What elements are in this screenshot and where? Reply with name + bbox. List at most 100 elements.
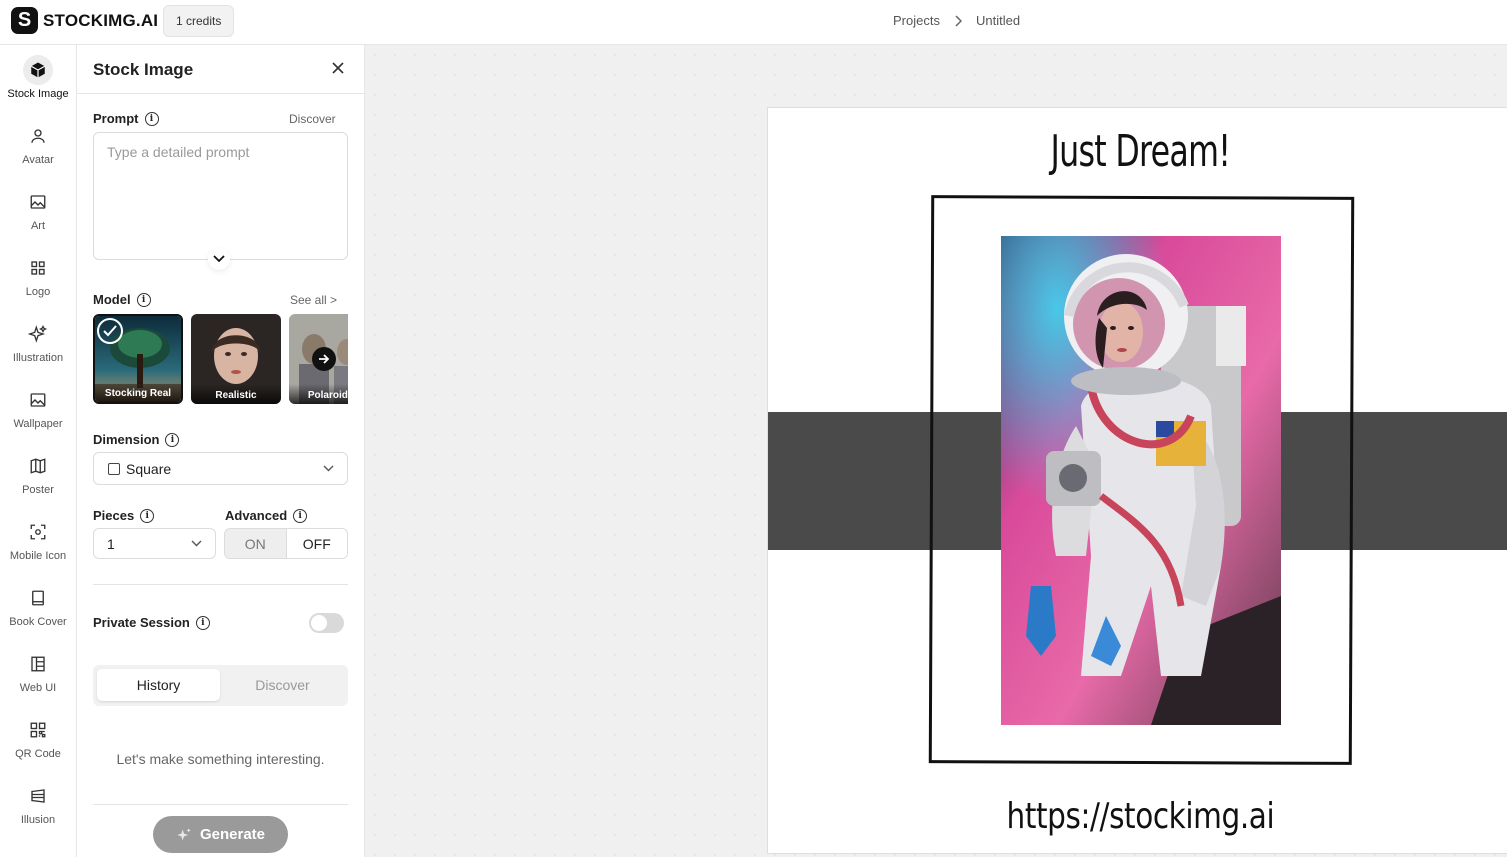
private-session-label-row: Private Session i bbox=[93, 615, 210, 630]
credits-badge[interactable]: 1 credits bbox=[163, 5, 235, 37]
rail-item-stock-image[interactable]: Stock Image bbox=[0, 55, 76, 115]
book-icon bbox=[23, 583, 53, 613]
history-discover-tabs: History Discover bbox=[93, 665, 348, 706]
model-label-row: Model i bbox=[93, 292, 151, 307]
private-session-switch[interactable] bbox=[309, 613, 344, 633]
breadcrumb: Projects Untitled bbox=[893, 13, 1020, 28]
dimension-label-row: Dimension i bbox=[93, 432, 180, 447]
rail-item-qr-code[interactable]: QR Code bbox=[0, 715, 76, 775]
rail-item-book-cover[interactable]: Book Cover bbox=[0, 583, 76, 643]
prompt-field[interactable] bbox=[93, 132, 348, 260]
rail-label: Mobile Icon bbox=[9, 550, 67, 562]
design-canvas[interactable]: Just Dream! https://stockimg.ai bbox=[365, 45, 1507, 857]
logo-mark-icon: S bbox=[11, 7, 38, 34]
info-icon[interactable]: i bbox=[140, 508, 155, 523]
rail-item-wallpaper[interactable]: Wallpaper bbox=[0, 385, 76, 445]
rail-label: Avatar bbox=[22, 154, 54, 166]
tab-discover[interactable]: Discover bbox=[221, 669, 344, 701]
rail-label: Art bbox=[30, 220, 46, 232]
rail-label: Illustration bbox=[12, 352, 64, 364]
see-all-models-link[interactable]: See all > bbox=[290, 293, 337, 307]
advanced-label: Advanced bbox=[225, 508, 288, 523]
rail-item-illusion[interactable]: Illusion bbox=[0, 781, 76, 841]
pieces-label-row: Pieces i bbox=[93, 508, 155, 523]
generate-label: Generate bbox=[199, 826, 266, 843]
rail-item-logo[interactable]: Logo bbox=[0, 253, 76, 313]
selected-check-icon bbox=[97, 318, 123, 344]
prompt-input[interactable] bbox=[94, 133, 347, 259]
rail-item-poster[interactable]: Poster bbox=[0, 451, 76, 511]
tab-history[interactable]: History bbox=[97, 669, 220, 701]
dimension-value: Square bbox=[126, 460, 172, 477]
chevron-down-icon bbox=[213, 255, 225, 263]
map-icon bbox=[23, 451, 53, 481]
info-icon[interactable]: i bbox=[165, 432, 180, 447]
model-label: Model bbox=[93, 292, 131, 307]
model-carousel: Stocking Real Realistic Polaroid Pi bbox=[93, 314, 348, 404]
square-icon bbox=[108, 462, 120, 475]
divider bbox=[93, 804, 348, 805]
prompt-discover-link[interactable]: Discover bbox=[289, 112, 336, 126]
brand-logo[interactable]: S STOCKIMG.AI bbox=[11, 7, 158, 34]
layout-icon bbox=[23, 649, 53, 679]
qr-icon bbox=[23, 715, 53, 745]
info-icon[interactable]: i bbox=[293, 508, 308, 523]
expand-prompt-button[interactable] bbox=[208, 248, 230, 270]
dimension-label: Dimension bbox=[93, 432, 160, 447]
model-name: Stocking Real bbox=[95, 382, 181, 402]
rail-item-web-ui[interactable]: Web UI bbox=[0, 649, 76, 709]
rail-item-illustration[interactable]: Illustration bbox=[0, 319, 76, 379]
rail-label: Logo bbox=[25, 286, 51, 298]
model-card-realistic[interactable]: Realistic bbox=[191, 314, 281, 404]
panel-header: Stock Image bbox=[77, 45, 364, 94]
pieces-label: Pieces bbox=[93, 508, 135, 523]
rail-label: QR Code bbox=[15, 748, 61, 760]
info-icon[interactable]: i bbox=[195, 615, 210, 630]
rail-item-art[interactable]: Art bbox=[0, 187, 76, 247]
artboard[interactable]: Just Dream! https://stockimg.ai bbox=[767, 107, 1507, 854]
carousel-next-button[interactable] bbox=[312, 347, 336, 371]
cube-icon bbox=[23, 55, 53, 85]
divider bbox=[93, 584, 348, 585]
model-name: Realistic bbox=[191, 384, 281, 404]
rail-label: Poster bbox=[22, 484, 54, 496]
model-card-stocking-real[interactable]: Stocking Real bbox=[93, 314, 183, 404]
image-icon bbox=[23, 187, 53, 217]
private-session-label: Private Session bbox=[93, 615, 190, 630]
pieces-value: 1 bbox=[107, 535, 115, 552]
rail-label: Illusion bbox=[20, 814, 56, 826]
illusion-icon bbox=[23, 781, 53, 811]
settings-panel: Stock Image Prompt i Discover Model i Se… bbox=[77, 45, 365, 857]
breadcrumb-projects[interactable]: Projects bbox=[893, 13, 940, 28]
info-icon[interactable]: i bbox=[144, 111, 159, 126]
empty-history-message: Let's make something interesting. bbox=[116, 751, 325, 767]
chevron-right-icon bbox=[955, 14, 962, 27]
switch-knob bbox=[311, 615, 327, 631]
close-icon[interactable] bbox=[331, 61, 345, 75]
rail-item-avatar[interactable]: Avatar bbox=[0, 121, 76, 181]
rail-label: Stock Image bbox=[7, 88, 69, 100]
user-icon bbox=[23, 121, 53, 151]
grid-icon bbox=[23, 253, 53, 283]
artboard-title-text[interactable]: Just Dream! bbox=[872, 126, 1408, 177]
generate-button[interactable]: Generate bbox=[153, 816, 288, 853]
artboard-url-text[interactable]: https://stockimg.ai bbox=[835, 796, 1446, 837]
breadcrumb-current[interactable]: Untitled bbox=[976, 13, 1020, 28]
chevron-down-icon bbox=[323, 465, 334, 471]
rail-label: Wallpaper bbox=[13, 418, 63, 430]
chevron-down-icon bbox=[191, 540, 202, 546]
info-icon[interactable]: i bbox=[136, 292, 151, 307]
rail-item-mobile-icon[interactable]: Mobile Icon bbox=[0, 517, 76, 577]
astronaut-illustration bbox=[1001, 236, 1281, 725]
panel-title: Stock Image bbox=[93, 60, 194, 79]
dimension-select[interactable]: Square bbox=[93, 452, 348, 485]
advanced-on-button[interactable]: ON bbox=[225, 529, 287, 558]
rail-label: Web UI bbox=[19, 682, 57, 694]
prompt-label: Prompt bbox=[93, 111, 139, 126]
pieces-select[interactable]: 1 bbox=[93, 528, 216, 559]
advanced-off-button[interactable]: OFF bbox=[286, 529, 347, 558]
astronaut-image[interactable] bbox=[1001, 236, 1281, 725]
advanced-label-row: Advanced i bbox=[225, 508, 308, 523]
tool-rail: Stock Image Avatar Art Logo Illustration… bbox=[0, 45, 77, 857]
top-bar: S STOCKIMG.AI 1 credits Projects Untitle… bbox=[0, 0, 1507, 45]
